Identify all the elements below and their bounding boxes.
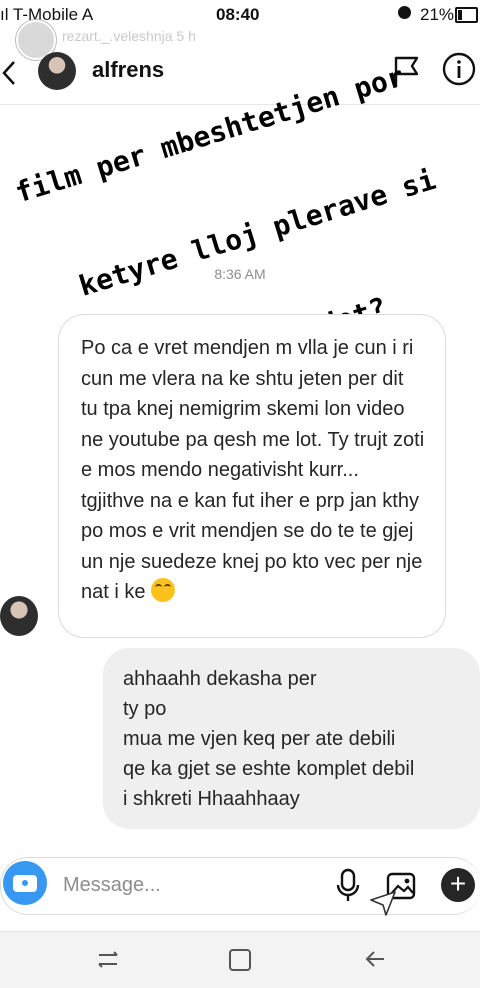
sender-avatar[interactable] [0,596,38,636]
outgoing-line: ahhaahh dekasha per [123,668,317,690]
message-composer: + [0,857,480,915]
system-navigation-bar [0,931,480,988]
outgoing-message-bubble[interactable]: ahhaahh dekasha per ty po mua me vjen ke… [103,648,480,829]
home-icon[interactable] [229,949,251,971]
chevron-left-icon[interactable] [0,58,22,88]
status-bar: ıl T-Mobile A 08:40 21% [0,0,480,30]
recent-apps-icon[interactable] [95,948,121,972]
incoming-message-text: Po ca e vret mendjen m vlla je cun i ri … [81,337,425,603]
tears-of-joy-emoji [151,578,176,602]
battery-percent: 21% [420,5,455,24]
info-icon[interactable] [442,52,476,86]
outgoing-line: qe ka gjet se eshte komplet debil [123,758,415,780]
microphone-icon[interactable] [335,868,361,904]
outgoing-line: mua me vjen keq per ate debili [123,728,396,750]
battery-icon [455,7,478,23]
clock: 08:40 [216,5,260,24]
outgoing-line: i shkreti Hhaahhaay [123,788,300,810]
carrier-label: ıl T-Mobile A [0,5,94,24]
alarm-icon [398,6,411,19]
outgoing-line: ty po [123,698,167,720]
message-input[interactable] [63,870,313,900]
camera-icon[interactable] [3,861,47,905]
cursor-icon [370,891,396,916]
back-arrow-icon[interactable] [364,947,388,971]
incoming-message-bubble[interactable]: Po ca e vret mendjen m vlla je cun i ri … [58,314,446,638]
message-timestamp: 8:36 AM [214,266,266,282]
plus-icon[interactable]: + [441,868,475,902]
